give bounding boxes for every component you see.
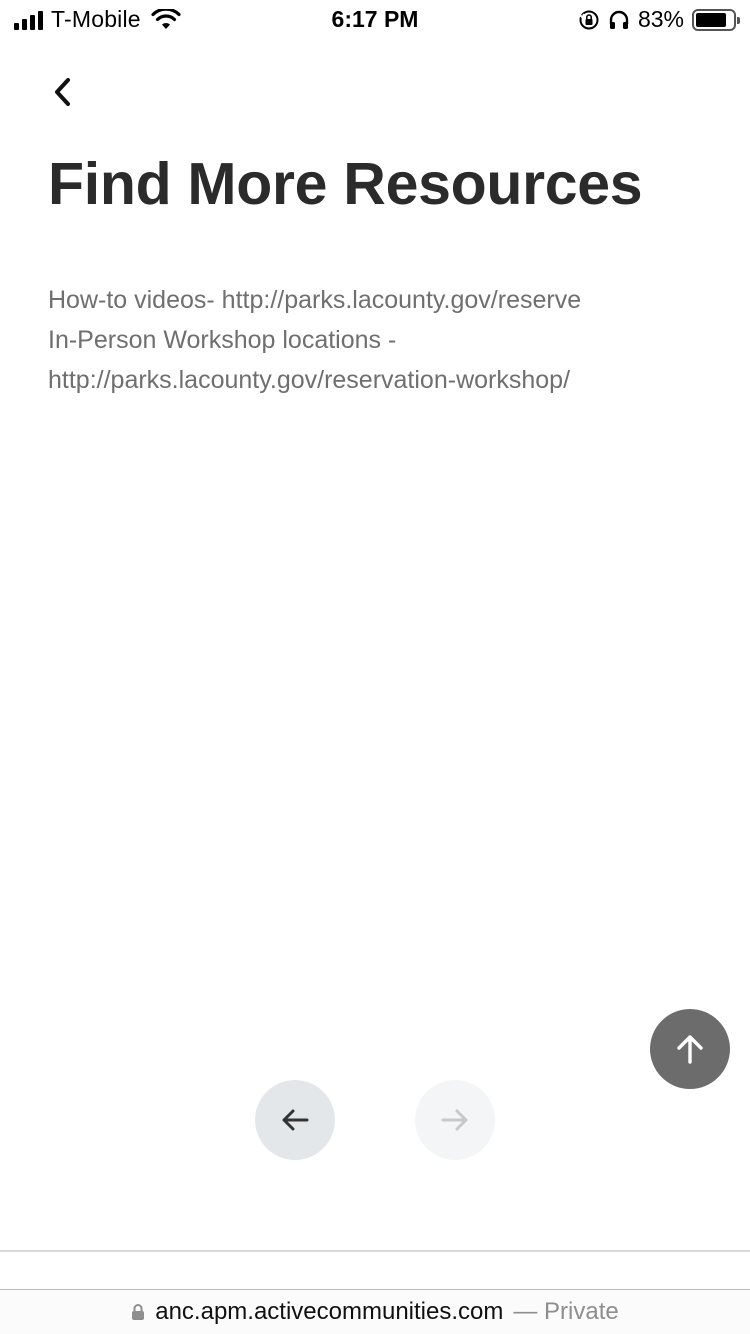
previous-page-button[interactable] — [255, 1080, 335, 1160]
arrow-up-icon — [677, 1035, 703, 1064]
private-label: — Private — [513, 1298, 619, 1325]
arrow-right-icon — [441, 1109, 468, 1131]
app-screen: T-Mobile 6:17 PM 83% Find More Resources… — [0, 0, 750, 1334]
scroll-to-top-button[interactable] — [650, 1009, 730, 1089]
workshop-locations-line: In-Person Workshop locations - — [48, 326, 397, 354]
lock-icon — [132, 1304, 145, 1320]
status-right: 83% — [578, 6, 740, 33]
page-title: Find More Resources — [48, 151, 643, 217]
battery-icon — [692, 8, 740, 31]
status-bar: T-Mobile 6:17 PM 83% — [0, 0, 750, 40]
browser-url-bar[interactable]: anc.apm.activecommunities.com — Private — [0, 1290, 750, 1334]
orientation-lock-icon — [579, 10, 599, 29]
resources-description: How-to videos- http://parks.lacounty.gov… — [48, 280, 708, 400]
url-domain: anc.apm.activecommunities.com — [155, 1298, 504, 1325]
how-to-videos-line[interactable]: How-to videos- http://parks.lacounty.gov… — [48, 280, 708, 320]
next-page-button[interactable] — [415, 1080, 495, 1160]
workshop-link[interactable]: http://parks.lacounty.gov/reservation-wo… — [48, 360, 708, 400]
chevron-left-icon[interactable] — [48, 74, 80, 110]
toolbar-divider — [0, 1250, 750, 1252]
battery-fill — [696, 12, 726, 27]
arrow-left-icon — [282, 1109, 309, 1131]
battery-percent: 83% — [637, 6, 684, 32]
headphones-icon — [609, 10, 629, 29]
